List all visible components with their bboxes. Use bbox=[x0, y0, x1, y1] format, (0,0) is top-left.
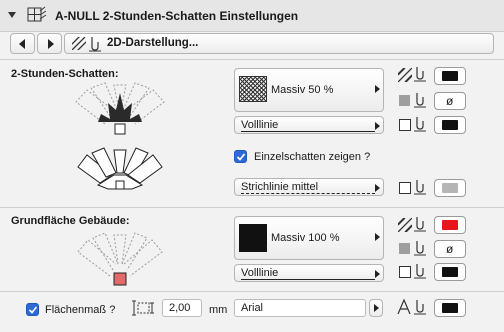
contour-square-icon bbox=[399, 119, 411, 131]
pen-color-fill bbox=[442, 183, 458, 193]
checkmark-icon bbox=[28, 306, 38, 314]
pen-color-fill bbox=[442, 120, 458, 130]
no-pen-symbol: ø bbox=[446, 94, 454, 108]
shadow-outline-preview-icon bbox=[77, 147, 163, 190]
dropdown-arrow-icon bbox=[374, 304, 379, 312]
header-title: A-NULL 2-Stunden-Schatten Einstellungen bbox=[55, 9, 299, 23]
arrow-left-icon bbox=[19, 39, 25, 49]
single-shadow-pen-swatch[interactable] bbox=[434, 179, 466, 197]
area-checkbox-label: Flächenmaß ? bbox=[45, 304, 116, 316]
pen-icon bbox=[414, 241, 426, 256]
shadow-fill-pen-swatch[interactable] bbox=[434, 67, 466, 85]
background-pen-square-icon bbox=[399, 95, 410, 106]
font-label: Arial bbox=[241, 302, 264, 314]
shadow-fill-selector[interactable]: Massiv 50 % bbox=[234, 68, 384, 112]
dashed-line-preview bbox=[241, 193, 375, 194]
font-input[interactable]: Arial bbox=[234, 299, 366, 317]
text-font-icon bbox=[397, 299, 411, 315]
divider bbox=[0, 207, 504, 208]
arrow-right-icon bbox=[48, 39, 54, 49]
contour-square-icon bbox=[399, 182, 411, 194]
no-pen-symbol: ø bbox=[446, 242, 454, 256]
pen-icon bbox=[89, 37, 101, 52]
view-selector-label: 2D-Darstellung... bbox=[107, 37, 199, 49]
contour-square-icon bbox=[399, 266, 411, 278]
line-preview bbox=[241, 131, 375, 132]
pen-color-fill bbox=[442, 303, 458, 313]
single-shadow-line-type-label: Strichlinie mittel bbox=[241, 181, 319, 193]
divider bbox=[0, 59, 504, 60]
single-shadow-checkbox[interactable] bbox=[234, 150, 247, 163]
base-fill-pen-swatch[interactable] bbox=[434, 216, 466, 234]
view-selector[interactable]: 2D-Darstellung... bbox=[64, 33, 494, 54]
shadow-contour-pen-swatch[interactable] bbox=[434, 116, 466, 134]
dropdown-arrow-icon bbox=[375, 184, 380, 192]
fill-preview-100 bbox=[239, 224, 267, 252]
fill-preview-50 bbox=[239, 76, 267, 102]
text-size-value: 2,00 bbox=[169, 302, 191, 314]
shadow-fill-label: Massiv 50 % bbox=[271, 84, 334, 96]
dropdown-arrow-icon bbox=[375, 85, 380, 93]
shadow-section-label: 2-Stunden-Schatten: bbox=[11, 68, 119, 80]
base-fill-selector[interactable]: Massiv 100 % bbox=[234, 216, 384, 260]
base-line-type-selector[interactable]: Volllinie bbox=[234, 264, 384, 282]
area-text-pen-swatch[interactable] bbox=[434, 299, 466, 317]
pen-icon bbox=[414, 180, 426, 195]
pen-color-fill bbox=[442, 220, 458, 230]
base-fill-label: Massiv 100 % bbox=[271, 232, 340, 244]
line-preview bbox=[241, 279, 375, 280]
base-section-label: Grundfläche Gebäude: bbox=[11, 215, 130, 227]
shadow-background-pen-swatch[interactable]: ø bbox=[434, 92, 466, 110]
settings-grid-icon bbox=[27, 6, 47, 22]
font-menu-button[interactable] bbox=[369, 299, 383, 317]
base-line-type-label: Volllinie bbox=[241, 267, 279, 279]
collapse-arrow-icon[interactable] bbox=[8, 12, 16, 18]
hatch-pattern-icon bbox=[398, 218, 412, 232]
pen-icon bbox=[414, 117, 426, 132]
pen-icon bbox=[414, 93, 426, 108]
pen-icon bbox=[414, 217, 426, 232]
pen-icon bbox=[414, 300, 426, 315]
header-bar: A-NULL 2-Stunden-Schatten Einstellungen bbox=[0, 0, 504, 32]
pen-color-fill bbox=[442, 267, 458, 277]
dropdown-arrow-icon bbox=[375, 122, 380, 130]
hatch-icon bbox=[72, 37, 86, 50]
nav-prev-button[interactable] bbox=[10, 33, 35, 54]
shadow-line-type-label: Volllinie bbox=[241, 119, 279, 131]
pen-color-fill bbox=[442, 71, 458, 81]
base-background-pen-swatch[interactable]: ø bbox=[434, 240, 466, 258]
base-preview-icon bbox=[77, 232, 163, 286]
checkmark-icon bbox=[236, 153, 246, 161]
hatch-pattern-icon bbox=[398, 68, 412, 82]
shadow-preview-icon bbox=[75, 82, 165, 135]
nav-next-button[interactable] bbox=[37, 33, 62, 54]
unit-label: mm bbox=[209, 304, 228, 316]
text-size-input[interactable]: 2,00 bbox=[162, 299, 202, 317]
base-contour-pen-swatch[interactable] bbox=[434, 263, 466, 281]
single-shadow-line-type-selector[interactable]: Strichlinie mittel bbox=[234, 178, 384, 196]
single-shadow-label: Einzelschatten zeigen ? bbox=[254, 151, 371, 163]
pen-icon bbox=[414, 264, 426, 279]
divider bbox=[0, 291, 504, 292]
text-size-icon bbox=[132, 300, 154, 316]
shadow-line-type-selector[interactable]: Volllinie bbox=[234, 116, 384, 134]
pen-icon bbox=[414, 67, 426, 82]
dropdown-arrow-icon bbox=[375, 233, 380, 241]
dropdown-arrow-icon bbox=[375, 270, 380, 278]
background-pen-square-icon bbox=[399, 243, 410, 254]
area-checkbox[interactable] bbox=[26, 303, 39, 316]
